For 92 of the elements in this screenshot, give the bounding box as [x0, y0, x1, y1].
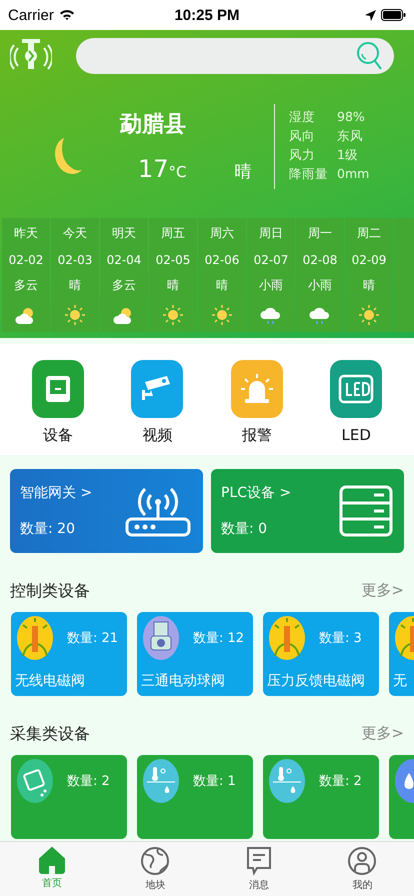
device-card[interactable]: 数量: 2 — [263, 755, 379, 839]
device-card[interactable]: 数量: 21 无线电磁阀 — [11, 612, 127, 696]
forecast-condition: 多云 — [14, 277, 38, 294]
weather-condition: 晴 — [234, 161, 252, 183]
wifi-icon — [58, 9, 75, 21]
valve-icon — [143, 616, 179, 660]
location-arrow-icon — [364, 10, 376, 20]
thermometer-icon — [143, 759, 179, 803]
forecast-day: 周五 — [161, 225, 185, 242]
forecast-day: 周六 — [210, 225, 234, 242]
quick-action-button[interactable]: 设备 — [22, 360, 93, 445]
forecast-date: 02-05 — [156, 252, 190, 267]
forecast-date: 02-04 — [106, 252, 142, 267]
sprinkler-icon — [17, 616, 53, 660]
quick-action-button[interactable]: 报警 — [222, 360, 292, 445]
detail-value: 0mm — [337, 166, 370, 183]
battery-icon — [380, 9, 406, 21]
section-title: 控制类设备 — [10, 581, 90, 602]
device-card[interactable]: 无 — [389, 612, 414, 696]
detail-value: 98% — [337, 109, 366, 126]
forecast-date: 02-02 — [8, 252, 44, 267]
detail-label: 降雨量 — [289, 166, 329, 183]
tab-button[interactable]: 首页 — [22, 842, 82, 896]
sensor-icon — [17, 759, 53, 803]
forecast-condition: 晴 — [363, 277, 375, 294]
city-name: 勐腊县 — [120, 111, 187, 139]
device-name: 无 — [393, 672, 408, 690]
gateway-card[interactable]: PLC设备 > 数量: 0 — [211, 469, 404, 553]
forecast-day: 周日 — [259, 225, 283, 242]
server-icon — [338, 484, 394, 538]
quick-action-button[interactable]: LED — [321, 360, 392, 445]
device-card[interactable]: 数量: 1 — [137, 755, 253, 839]
gateway-title[interactable]: 智能网关 > — [20, 484, 92, 502]
device-count: 数量: 12 — [193, 630, 244, 647]
forecast-condition: 小雨 — [308, 277, 332, 294]
sun-icon — [163, 304, 183, 325]
device-count: 数量: 1 — [193, 773, 236, 790]
detail-label: 风力 — [289, 147, 316, 164]
forecast-day: 周一 — [308, 225, 332, 242]
detail-label: 风向 — [289, 128, 316, 145]
forecast-condition: 小雨 — [259, 277, 283, 294]
thermometer-icon — [269, 759, 305, 803]
forecast-date: 02-08 — [302, 252, 338, 267]
device-count: 数量: 21 — [67, 630, 118, 647]
device-count: 数量: 2 — [67, 773, 110, 790]
sun-icon — [359, 304, 379, 325]
detail-value: 东风 — [337, 128, 364, 145]
temperature-reading: 17°C — [138, 155, 187, 183]
forecast-day: 今天 — [63, 225, 87, 242]
search-icon[interactable] — [356, 41, 382, 71]
quick-action-button[interactable]: 视频 — [122, 360, 192, 445]
sprinkler-icon — [269, 616, 305, 660]
sun-icon — [65, 304, 85, 325]
forecast-condition: 多云 — [112, 277, 136, 294]
carrier-label: Carrier — [8, 6, 54, 24]
sun-icon — [212, 304, 232, 325]
tab-button[interactable]: 我的 — [332, 842, 392, 896]
device-card[interactable]: 数量: 12 三通电动球阀 — [137, 612, 253, 696]
tab-button[interactable]: 消息 — [228, 842, 289, 896]
device-name: 无线电磁阀 — [15, 672, 86, 690]
gateway-title[interactable]: PLC设备 > — [221, 484, 292, 502]
forecast-date: 02-07 — [254, 252, 288, 267]
device-count: 数量: 3 — [319, 630, 362, 647]
more-link[interactable]: 更多> — [361, 724, 404, 745]
forecast-condition: 晴 — [167, 277, 179, 294]
forecast-day: 明天 — [112, 225, 136, 242]
detail-value: 1级 — [337, 147, 359, 164]
forecast-condition: 晴 — [216, 277, 228, 294]
detail-label: 湿度 — [289, 109, 316, 126]
device-name: 三通电动球阀 — [141, 672, 226, 690]
section-title: 采集类设备 — [10, 724, 90, 745]
device-name: 压力反馈电磁阀 — [267, 672, 366, 690]
gateway-count: 数量: 0 — [221, 520, 268, 538]
home-icon — [38, 846, 66, 874]
message-icon — [244, 846, 273, 876]
forecast-date: 02-06 — [204, 252, 240, 267]
user-icon — [347, 846, 378, 876]
forecast-day: 昨天 — [14, 225, 38, 242]
tab-button[interactable]: 地块 — [125, 842, 186, 896]
gateway-card[interactable]: 智能网关 > 数量: 20 — [10, 469, 203, 553]
search-field[interactable] — [76, 38, 394, 74]
gateway-count: 数量: 20 — [20, 520, 76, 538]
forecast-date: 02-03 — [58, 252, 92, 267]
globe-icon — [140, 846, 170, 876]
device-count: 数量: 2 — [319, 773, 362, 790]
forecast-date: 02-09 — [352, 252, 386, 267]
forecast-condition: 晴 — [69, 277, 81, 294]
more-link[interactable]: 更多> — [361, 581, 404, 602]
device-card[interactable]: 数量: 2 — [11, 755, 127, 839]
forecast-day: 周二 — [357, 225, 381, 242]
device-card[interactable]: 数量: 3 压力反馈电磁阀 — [263, 612, 379, 696]
status-time: 10:25 PM — [174, 6, 240, 24]
